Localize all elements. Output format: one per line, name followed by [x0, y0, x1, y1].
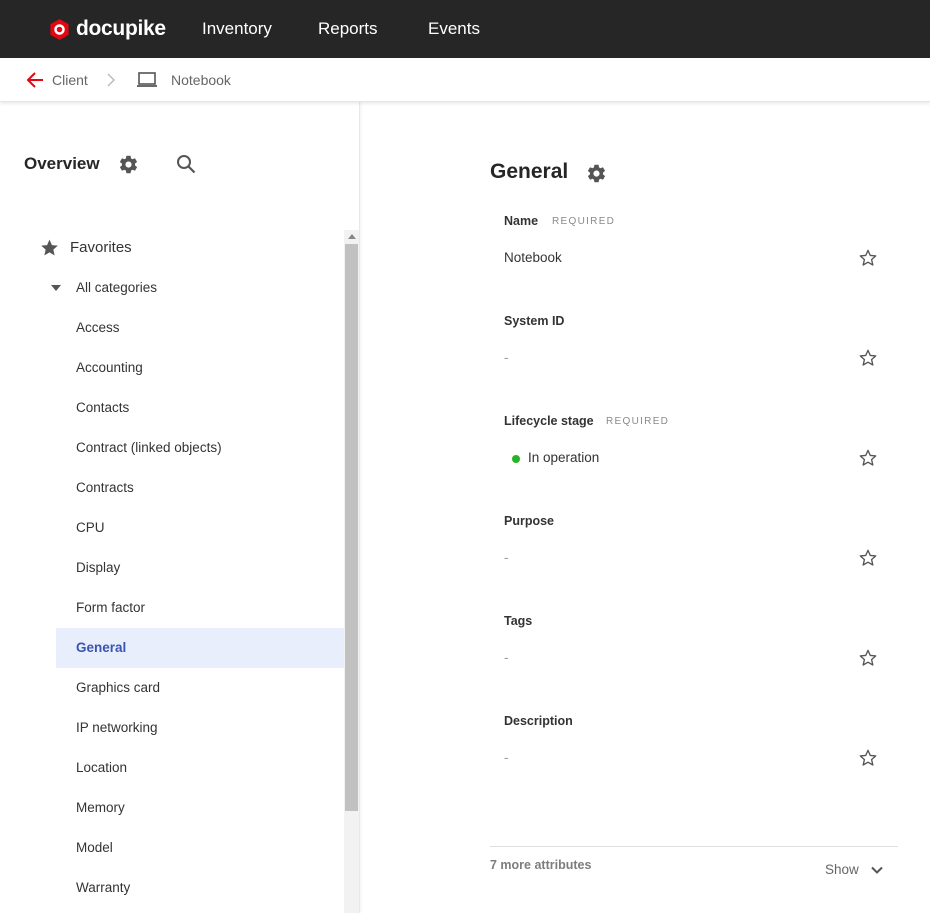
star-outline-icon[interactable]	[858, 248, 878, 268]
top-navigation-bar: docupike Inventory Reports Events	[0, 0, 930, 58]
sidebar-item-general[interactable]: General	[56, 628, 344, 668]
attribute-label: Tags	[504, 614, 533, 628]
divider	[490, 846, 898, 847]
sidebar-item-contract-linked-objects[interactable]: Contract (linked objects)	[56, 428, 344, 468]
sidebar-item-contacts[interactable]: Contacts	[56, 388, 344, 428]
show-more-button[interactable]: Show	[825, 862, 859, 880]
sidebar-item-ip-networking[interactable]: IP networking	[56, 708, 344, 748]
sidebar-item-cpu[interactable]: CPU	[56, 508, 344, 548]
attribute-name: Name REQUIRED Notebook	[504, 214, 898, 314]
attribute-label: Lifecycle stage	[504, 414, 594, 428]
sidebar-item-warranty[interactable]: Warranty	[56, 868, 344, 908]
docupike-logo-icon	[50, 18, 69, 40]
sidebar-scrollbar[interactable]	[344, 230, 359, 913]
more-attributes-label: 7 more attributes	[490, 858, 592, 872]
required-badge: REQUIRED	[552, 216, 616, 227]
gear-icon[interactable]	[118, 154, 139, 175]
favorites-item[interactable]: Favorites	[70, 239, 132, 256]
nav-events[interactable]: Events	[428, 0, 480, 58]
category-list: Access Accounting Contacts Contract (lin…	[56, 308, 344, 908]
nav-inventory[interactable]: Inventory	[202, 0, 272, 58]
attribute-description: Description -	[504, 714, 898, 814]
attribute-label: Description	[504, 714, 573, 728]
section-gear-icon[interactable]	[586, 163, 607, 184]
star-outline-icon[interactable]	[858, 748, 878, 768]
sidebar-item-accounting[interactable]: Accounting	[56, 348, 344, 388]
category-sidebar: Overview Favorites All categories Access…	[0, 102, 360, 913]
laptop-icon	[137, 72, 157, 87]
attribute-value[interactable]: -	[504, 550, 509, 565]
scroll-up-arrow-icon[interactable]	[348, 234, 356, 239]
attribute-tags: Tags -	[504, 614, 898, 714]
breadcrumb-current: Notebook	[171, 72, 231, 88]
all-categories-item[interactable]: All categories	[76, 280, 157, 295]
sidebar-item-access[interactable]: Access	[56, 308, 344, 348]
breadcrumb-client-link[interactable]: Client	[52, 72, 88, 88]
nav-reports[interactable]: Reports	[318, 0, 378, 58]
attribute-purpose: Purpose -	[504, 514, 898, 614]
sidebar-item-display[interactable]: Display	[56, 548, 344, 588]
sidebar-item-model[interactable]: Model	[56, 828, 344, 868]
star-outline-icon[interactable]	[858, 548, 878, 568]
attribute-value[interactable]: -	[504, 650, 509, 665]
sidebar-item-graphics-card[interactable]: Graphics card	[56, 668, 344, 708]
attribute-value[interactable]: In operation	[528, 450, 599, 465]
attribute-value[interactable]: -	[504, 350, 509, 365]
brand-name: docupike	[76, 17, 166, 40]
sidebar-item-form-factor[interactable]: Form factor	[56, 588, 344, 628]
star-outline-icon[interactable]	[858, 648, 878, 668]
star-filled-icon	[41, 239, 58, 256]
attribute-lifecycle-stage: Lifecycle stage REQUIRED In operation	[504, 414, 898, 514]
attribute-value[interactable]: -	[504, 750, 509, 765]
chevron-down-icon[interactable]	[871, 866, 883, 875]
caret-down-icon[interactable]	[51, 285, 61, 291]
required-badge: REQUIRED	[606, 416, 670, 427]
status-dot	[512, 455, 520, 463]
breadcrumb: Client Notebook	[0, 58, 930, 102]
attribute-label: Name	[504, 214, 539, 228]
back-arrow-icon[interactable]	[26, 71, 44, 89]
sidebar-item-memory[interactable]: Memory	[56, 788, 344, 828]
sidebar-item-location[interactable]: Location	[56, 748, 344, 788]
attribute-label: Purpose	[504, 514, 555, 528]
attribute-label: System ID	[504, 314, 565, 328]
brand-logo[interactable]: docupike	[48, 16, 166, 42]
section-title: General	[490, 160, 569, 183]
star-outline-icon[interactable]	[858, 348, 878, 368]
star-outline-icon[interactable]	[858, 448, 878, 468]
scrollbar-thumb[interactable]	[345, 244, 358, 811]
attribute-system-id: System ID -	[504, 314, 898, 414]
chevron-right-icon	[107, 73, 116, 87]
sidebar-item-contracts[interactable]: Contracts	[56, 468, 344, 508]
attribute-value[interactable]: Notebook	[504, 250, 562, 265]
sidebar-title: Overview	[24, 154, 100, 173]
search-icon[interactable]	[176, 154, 196, 174]
